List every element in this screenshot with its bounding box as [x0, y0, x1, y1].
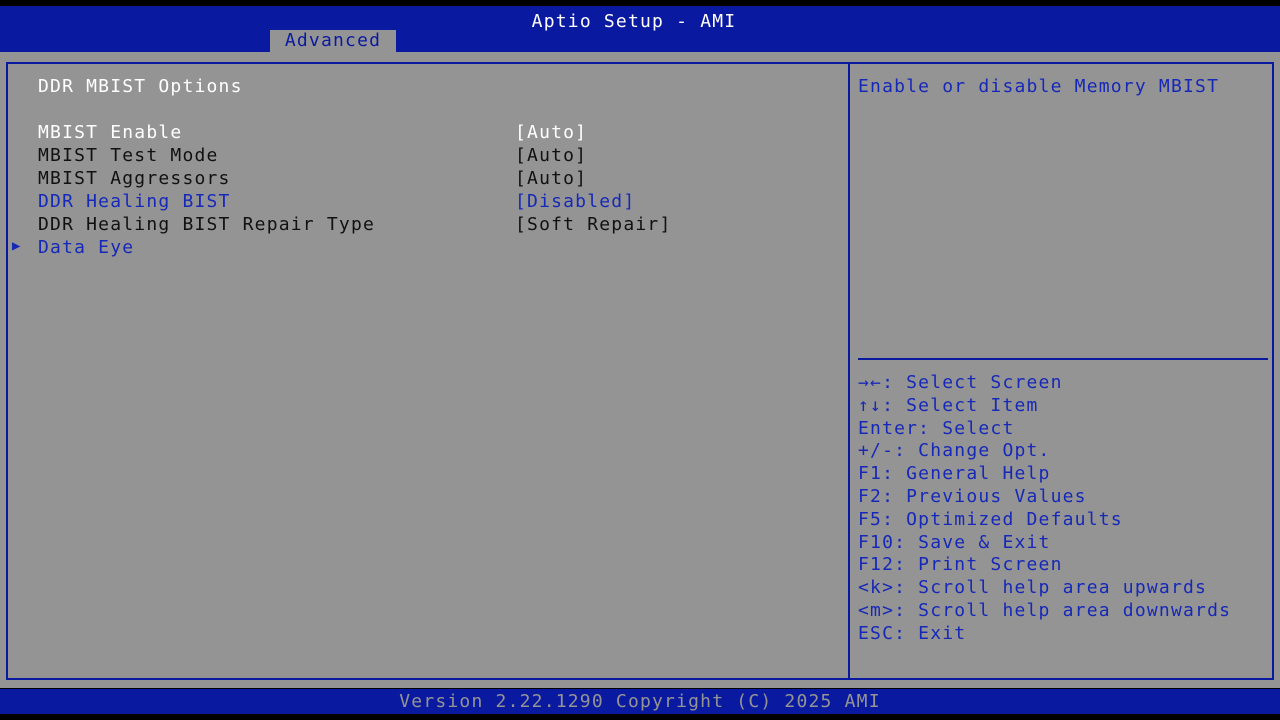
- version-text: Version 2.22.1290 Copyright (C) 2025 AMI: [399, 691, 881, 712]
- submenu-data-eye[interactable]: Data Eye: [38, 237, 818, 260]
- window-title: Aptio Setup - AMI: [531, 11, 737, 32]
- right-triangle-icon: ▶: [12, 238, 22, 254]
- setting-label: MBIST Enable: [38, 122, 183, 143]
- main-body: DDR MBIST Options MBIST Enable [Auto] MB…: [0, 52, 1280, 688]
- key-hint: F5: Optimized Defaults: [858, 508, 1123, 530]
- setting-mbist-aggressors[interactable]: MBIST Aggressors [Auto]: [38, 168, 818, 191]
- header-bar: Aptio Setup - AMI Advanced: [0, 6, 1280, 52]
- setting-label: DDR Healing BIST: [38, 191, 231, 212]
- setting-label: DDR Healing BIST Repair Type: [38, 214, 376, 235]
- help-divider: [858, 358, 1268, 360]
- setting-mbist-test-mode[interactable]: MBIST Test Mode [Auto]: [38, 145, 818, 168]
- key-legend: →←: Select Screen ↑↓: Select Item Enter:…: [858, 372, 1268, 646]
- key-hint: →←: Select Screen: [858, 372, 1063, 393]
- key-hint: +/-: Change Opt.: [858, 440, 1051, 462]
- setting-value[interactable]: [Disabled]: [515, 191, 635, 212]
- key-hint: Enter: Select: [858, 417, 1015, 439]
- key-hint: ↑↓: Select Item: [858, 394, 1039, 416]
- setting-value[interactable]: [Soft Repair]: [515, 214, 671, 235]
- section-title: DDR MBIST Options: [38, 76, 243, 97]
- pane-divider: [848, 62, 850, 680]
- key-hint: ESC: Exit: [858, 622, 967, 644]
- setting-ddr-healing-bist-repair-type[interactable]: DDR Healing BIST Repair Type [Soft Repai…: [38, 214, 818, 237]
- key-hint: <k>: Scroll help area upwards: [858, 577, 1208, 599]
- setting-ddr-healing-bist[interactable]: DDR Healing BIST [Disabled]: [38, 191, 818, 214]
- key-hint: F10: Save & Exit: [858, 531, 1051, 553]
- setting-label: MBIST Aggressors: [38, 168, 231, 189]
- key-hint: F2: Previous Values: [858, 485, 1087, 507]
- setting-label: MBIST Test Mode: [38, 145, 219, 166]
- help-description: Enable or disable Memory MBIST: [858, 76, 1220, 97]
- setting-value[interactable]: [Auto]: [515, 122, 587, 143]
- setting-mbist-enable[interactable]: MBIST Enable [Auto]: [38, 122, 818, 145]
- setting-value[interactable]: [Auto]: [515, 145, 587, 166]
- key-hint: <m>: Scroll help area downwards: [858, 599, 1232, 621]
- key-hint: F1: General Help: [858, 463, 1051, 485]
- tab-advanced[interactable]: Advanced: [270, 30, 396, 52]
- setting-value[interactable]: [Auto]: [515, 168, 587, 189]
- key-hint: F12: Print Screen: [858, 554, 1063, 576]
- bios-setup-screen: Aptio Setup - AMI Advanced DDR MBIST Opt…: [0, 0, 1280, 720]
- footer-bar: Version 2.22.1290 Copyright (C) 2025 AMI: [0, 689, 1280, 714]
- submenu-label: Data Eye: [38, 237, 135, 258]
